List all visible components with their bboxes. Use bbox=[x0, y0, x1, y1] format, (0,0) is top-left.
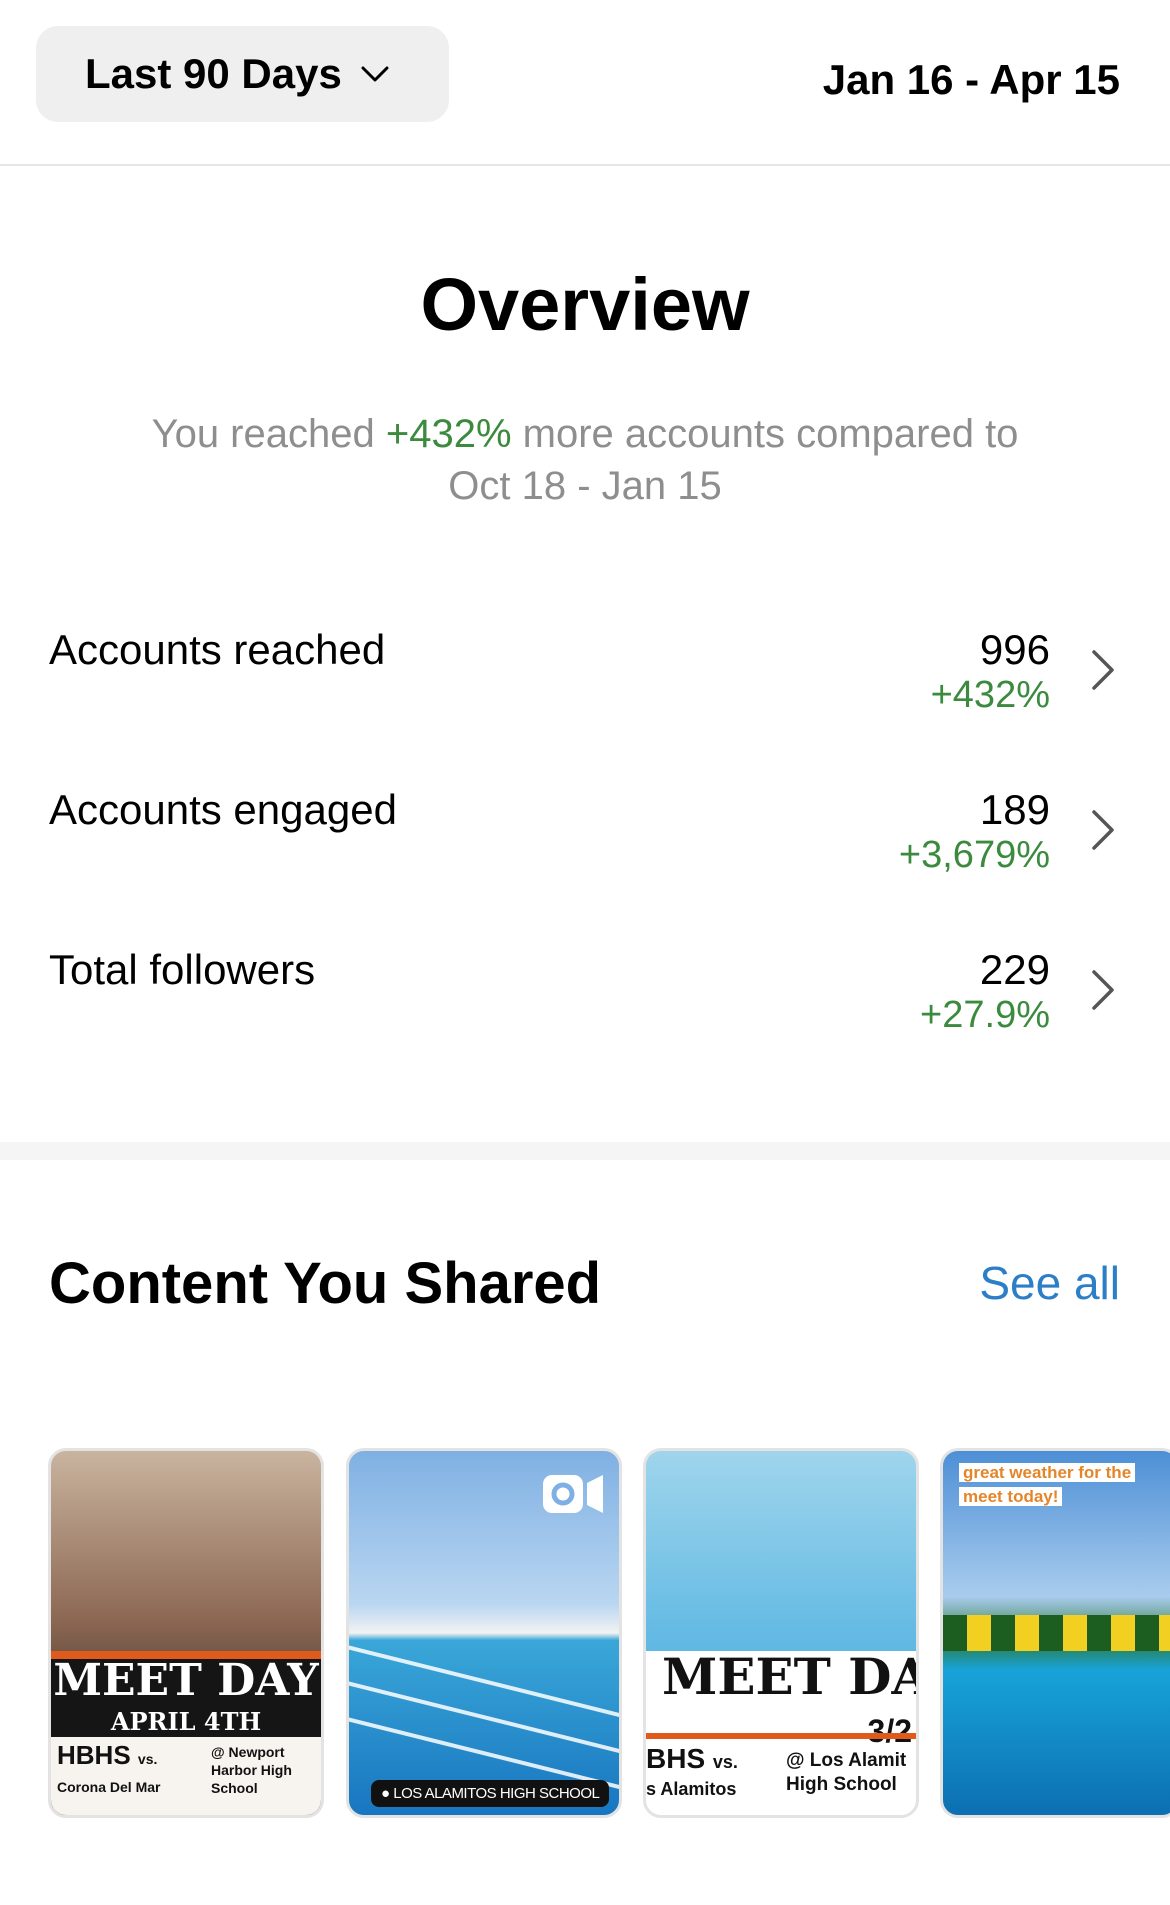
location-tag: ● LOS ALAMITOS HIGH SCHOOL bbox=[371, 1780, 610, 1807]
thumbnail-matchup: BHS vs. s Alamitos bbox=[646, 1745, 738, 1801]
content-section-title: Content You Shared bbox=[49, 1251, 602, 1316]
metric-change: +3,679% bbox=[898, 834, 1050, 876]
overview-summary: You reached +432% more accounts compared… bbox=[90, 408, 1080, 512]
thumbnail-matchup: HBHS vs. Corona Del Mar bbox=[57, 1740, 161, 1799]
section-divider bbox=[0, 1142, 1170, 1160]
content-thumbnail-2[interactable]: ● LOS ALAMITOS HIGH SCHOOL bbox=[346, 1448, 622, 1818]
story-caption-line: meet today! bbox=[959, 1487, 1063, 1506]
opponent-name: s Alamitos bbox=[646, 1779, 737, 1799]
overview-summary-prefix: You reached bbox=[151, 412, 386, 456]
chevron-right-icon bbox=[1092, 810, 1114, 850]
thumbnail-venue: @ Newport Harbor High School bbox=[211, 1744, 292, 1796]
thumbnail-date: 3/2 bbox=[867, 1713, 912, 1749]
metric-value: 996 bbox=[979, 626, 1050, 673]
metric-label: Total followers bbox=[49, 946, 316, 993]
metric-row-total-followers[interactable]: Total followers 229 +27.9% bbox=[0, 946, 1170, 1076]
metric-value: 229 bbox=[979, 946, 1050, 993]
story-caption: great weather for the meet today! bbox=[959, 1461, 1136, 1509]
metric-row-accounts-reached[interactable]: Accounts reached 996 +432% bbox=[0, 626, 1170, 756]
location-name: LOS ALAMITOS HIGH SCHOOL bbox=[393, 1785, 600, 1802]
thumbnail-headline: MEET DA bbox=[662, 1647, 919, 1706]
thumbnail-banner: MEET DAY APRIL 4TH bbox=[51, 1651, 321, 1747]
metric-label: Accounts engaged bbox=[49, 786, 397, 833]
chevron-down-icon bbox=[361, 66, 389, 82]
overview-summary-suffix: more accounts compared to bbox=[511, 412, 1019, 456]
content-thumbnail-1[interactable]: MEET DAY APRIL 4TH HBHS vs. Corona Del M… bbox=[48, 1448, 324, 1818]
chevron-right-icon bbox=[1092, 970, 1114, 1010]
vs-label: vs. bbox=[712, 1752, 738, 1772]
metric-label: Accounts reached bbox=[49, 626, 386, 673]
venue-line: High School bbox=[786, 1774, 897, 1795]
reel-video-icon bbox=[543, 1475, 603, 1513]
content-thumbnail-4[interactable]: great weather for the meet today! bbox=[940, 1448, 1170, 1818]
overview-summary-highlight: +432% bbox=[385, 412, 512, 456]
thumbnail-venue: @ Los Alamit High School bbox=[786, 1749, 906, 1797]
metric-change: +432% bbox=[930, 674, 1050, 716]
content-thumbnail-3[interactable]: MEET DA 3/2 BHS vs. s Alamitos @ Los Ala… bbox=[643, 1448, 919, 1818]
metric-row-accounts-engaged[interactable]: Accounts engaged 189 +3,679% bbox=[0, 786, 1170, 916]
top-bar: Last 90 Days Jan 16 - Apr 15 bbox=[0, 0, 1170, 166]
pool-flags bbox=[943, 1615, 1170, 1651]
chevron-right-icon bbox=[1092, 650, 1114, 690]
team-name: HBHS bbox=[57, 1740, 131, 1770]
opponent-name: Corona Del Mar bbox=[57, 1779, 161, 1795]
metric-value: 189 bbox=[979, 786, 1050, 833]
thumbnail-headline: MEET DAY bbox=[53, 1655, 319, 1706]
team-name: BHS bbox=[646, 1743, 706, 1774]
thumbnail-subhead: APRIL 4TH bbox=[110, 1707, 262, 1736]
metric-change: +27.9% bbox=[920, 994, 1050, 1036]
vs-label: vs. bbox=[137, 1751, 158, 1767]
date-range-dropdown-label: Last 90 Days bbox=[85, 50, 342, 97]
venue-line: @ Los Alamit bbox=[786, 1750, 907, 1771]
story-caption-line: great weather for the bbox=[959, 1463, 1136, 1482]
current-date-range: Jan 16 - Apr 15 bbox=[822, 56, 1120, 103]
overview-title: Overview bbox=[420, 263, 750, 346]
comparison-date-range: Oct 18 - Jan 15 bbox=[448, 464, 722, 508]
see-all-link[interactable]: See all bbox=[979, 1256, 1120, 1310]
thumbnail-footer: HBHS vs. Corona Del Mar @ Newport Harbor… bbox=[51, 1737, 321, 1815]
thumbnail-divider bbox=[646, 1733, 916, 1739]
date-range-dropdown[interactable]: Last 90 Days bbox=[36, 26, 449, 122]
